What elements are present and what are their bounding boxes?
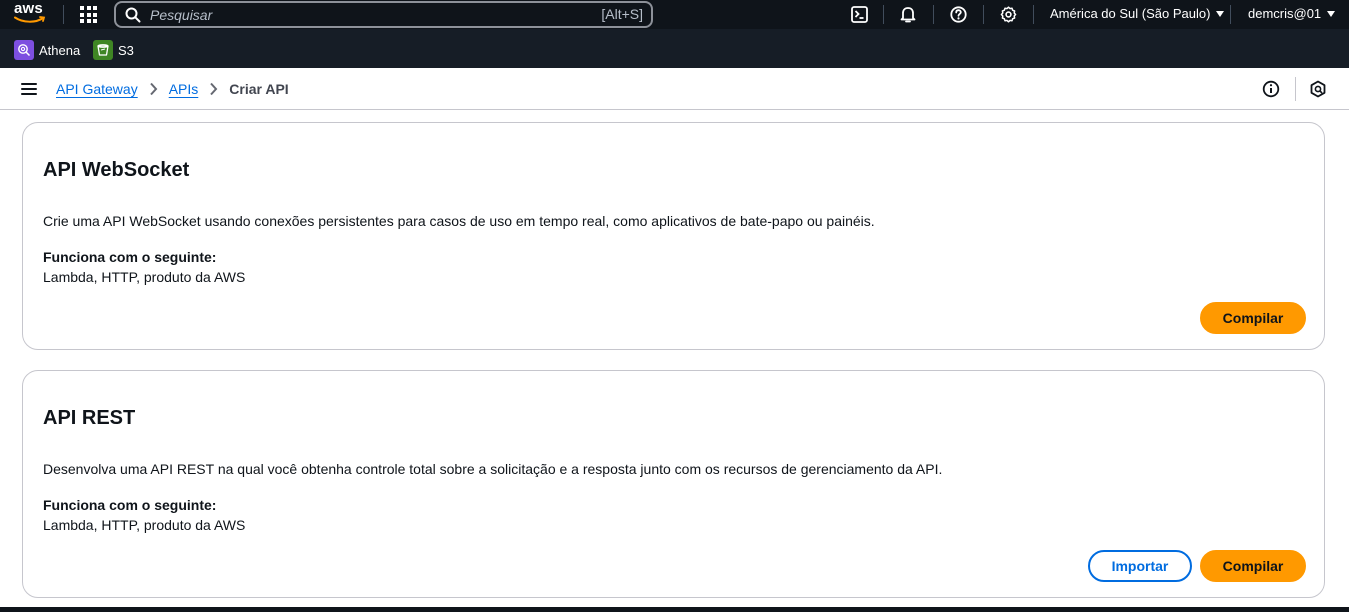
favorite-label: S3 [118, 42, 134, 58]
bottom-edge [0, 607, 1349, 612]
search-shortcut-hint: [Alt+S] [601, 6, 643, 22]
info-icon[interactable] [1262, 80, 1280, 98]
card-description: Crie uma API WebSocket usando conexões p… [43, 213, 875, 229]
chevron-down-icon [1216, 11, 1225, 17]
aws-logo-text: aws [14, 0, 43, 17]
menu-icon[interactable] [21, 83, 37, 95]
help-icon[interactable] [949, 5, 967, 23]
card-description: Desenvolva uma API REST na qual você obt… [43, 461, 943, 477]
favorite-s3[interactable]: S3 [93, 40, 134, 60]
nav-divider [933, 5, 934, 24]
nav-divider [983, 5, 984, 24]
athena-icon [14, 40, 34, 60]
s3-icon [93, 40, 113, 60]
search-input[interactable] [150, 5, 590, 25]
account-label: demcris@01 [1248, 6, 1322, 21]
bell-icon[interactable] [899, 5, 917, 23]
nav-divider [1033, 5, 1034, 24]
search-icon [125, 7, 141, 23]
breadcrumb-current: Criar API [229, 81, 289, 97]
utility-divider [1295, 77, 1296, 101]
works-with-list: Lambda, HTTP, produto da AWS [43, 269, 246, 285]
services-menu-icon[interactable] [80, 6, 97, 23]
works-with-label: Funciona com o seguinte: [43, 249, 217, 265]
region-selector[interactable]: América do Sul (São Paulo) [1050, 6, 1225, 21]
works-with-list: Lambda, HTTP, produto da AWS [43, 517, 246, 533]
nav-divider [883, 5, 884, 24]
cloudshell-icon[interactable] [850, 5, 868, 23]
region-label: América do Sul (São Paulo) [1050, 6, 1211, 21]
account-menu[interactable]: demcris@01 [1248, 6, 1336, 21]
api-websocket-card: API WebSocket Crie uma API WebSocket usa… [22, 122, 1325, 350]
favorite-label: Athena [39, 42, 81, 58]
build-rest-button[interactable]: Compilar [1200, 550, 1306, 582]
card-title: API WebSocket [43, 159, 190, 181]
favorite-athena[interactable]: Athena [14, 40, 80, 60]
aws-logo[interactable]: aws [14, 0, 48, 26]
breadcrumb-api-gateway[interactable]: API Gateway [56, 81, 138, 97]
aws-smile-icon [14, 16, 46, 23]
works-with-label: Funciona com o seguinte: [43, 497, 217, 513]
top-navigation: aws [Alt+S] [0, 0, 1349, 29]
chevron-down-icon [1327, 11, 1336, 17]
import-rest-button[interactable]: Importar [1088, 550, 1192, 582]
chevron-right-icon [149, 82, 158, 96]
search-bar[interactable]: [Alt+S] [114, 1, 653, 28]
breadcrumb-bar: API Gateway APIs Criar API [0, 68, 1349, 110]
settings-icon[interactable] [999, 5, 1017, 23]
favorites-bar: Athena S3 [0, 29, 1349, 68]
card-title: API REST [43, 407, 136, 429]
build-websocket-button[interactable]: Compilar [1200, 302, 1306, 334]
chevron-right-icon [210, 82, 218, 96]
feedback-icon[interactable] [1309, 80, 1327, 98]
nav-divider [63, 5, 64, 24]
breadcrumb-apis[interactable]: APIs [169, 81, 199, 97]
nav-divider [1230, 5, 1231, 24]
api-rest-card: API REST Desenvolva uma API REST na qual… [22, 370, 1325, 598]
breadcrumb: API Gateway APIs Criar API [56, 81, 289, 97]
